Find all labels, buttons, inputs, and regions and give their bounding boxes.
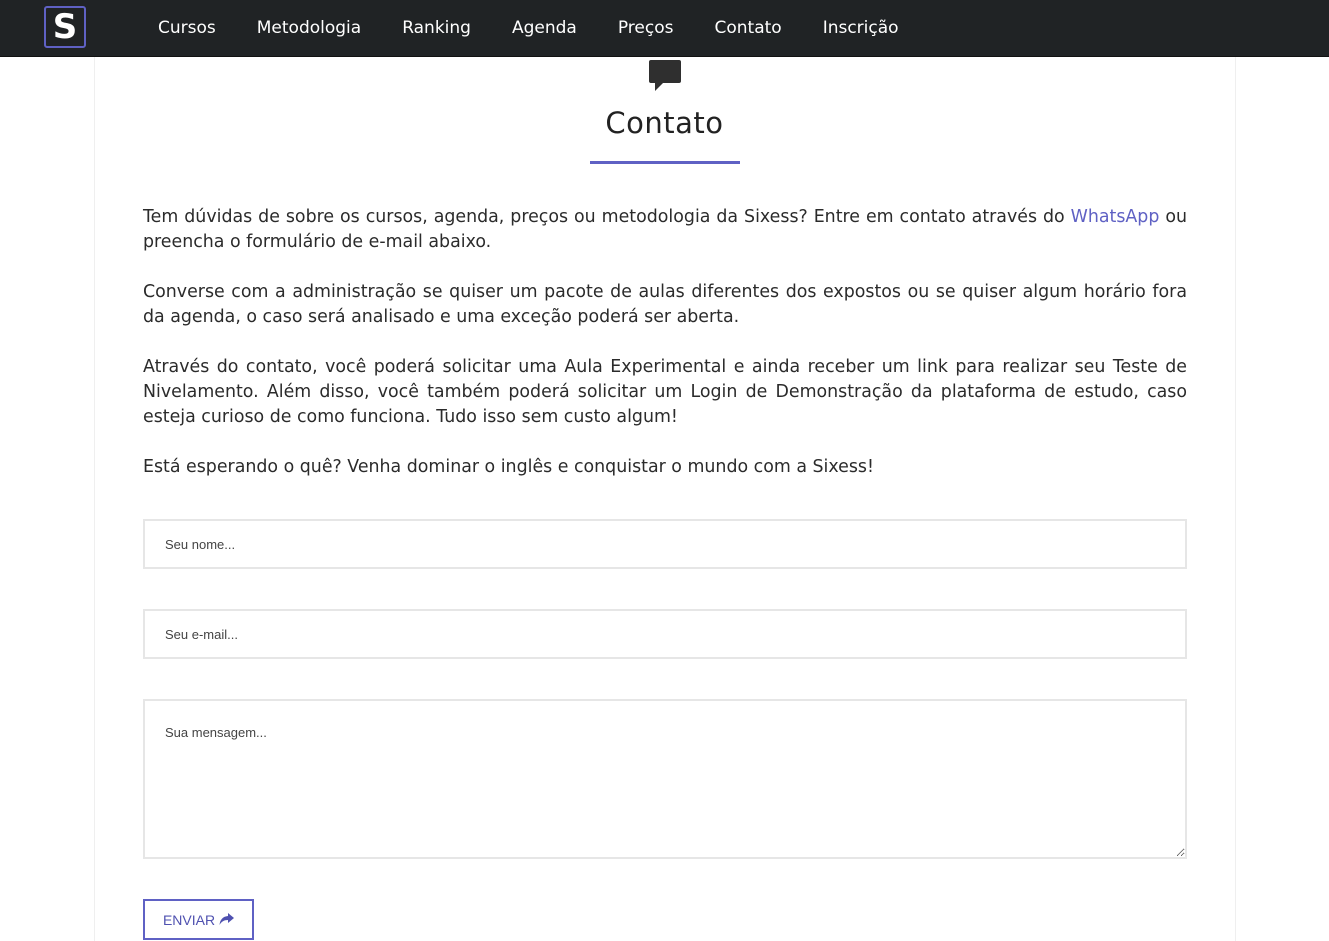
message-textarea[interactable] (143, 699, 1187, 859)
intro-text-before: Tem dúvidas de sobre os cursos, agenda, … (143, 207, 1071, 227)
nav-item-inscricao[interactable]: Inscrição (823, 18, 899, 38)
package-paragraph: Converse com a administração se quiser u… (143, 282, 1187, 327)
nav-item-cursos[interactable]: Cursos (158, 18, 216, 38)
nav-links: Cursos Metodologia Ranking Agenda Preços… (158, 0, 940, 56)
top-navbar: S Cursos Metodologia Ranking Agenda Preç… (0, 0, 1329, 57)
email-input[interactable] (143, 609, 1187, 659)
nav-item-agenda[interactable]: Agenda (512, 18, 577, 38)
page-title: Contato (605, 106, 724, 140)
nav-item-precos[interactable]: Preços (618, 18, 674, 38)
comment-icon (649, 60, 681, 91)
nav-item-ranking[interactable]: Ranking (402, 18, 471, 38)
intro-paragraph: Tem dúvidas de sobre os cursos, agenda, … (143, 205, 1187, 255)
trial-paragraph: Através do contato, você poderá solicita… (143, 357, 1187, 427)
title-underline (590, 161, 740, 164)
name-input[interactable] (143, 519, 1187, 569)
submit-label: ENVIAR (162, 911, 216, 928)
whatsapp-link[interactable]: WhatsApp (1071, 207, 1160, 227)
nav-item-contato[interactable]: Contato (714, 18, 781, 38)
submit-button[interactable]: ENVIAR (143, 899, 254, 940)
logo[interactable]: S (44, 6, 86, 48)
closing-paragraph: Está esperando o quê? Venha dominar o in… (143, 457, 874, 477)
share-icon (219, 913, 235, 925)
nav-item-metodologia[interactable]: Metodologia (257, 18, 361, 38)
